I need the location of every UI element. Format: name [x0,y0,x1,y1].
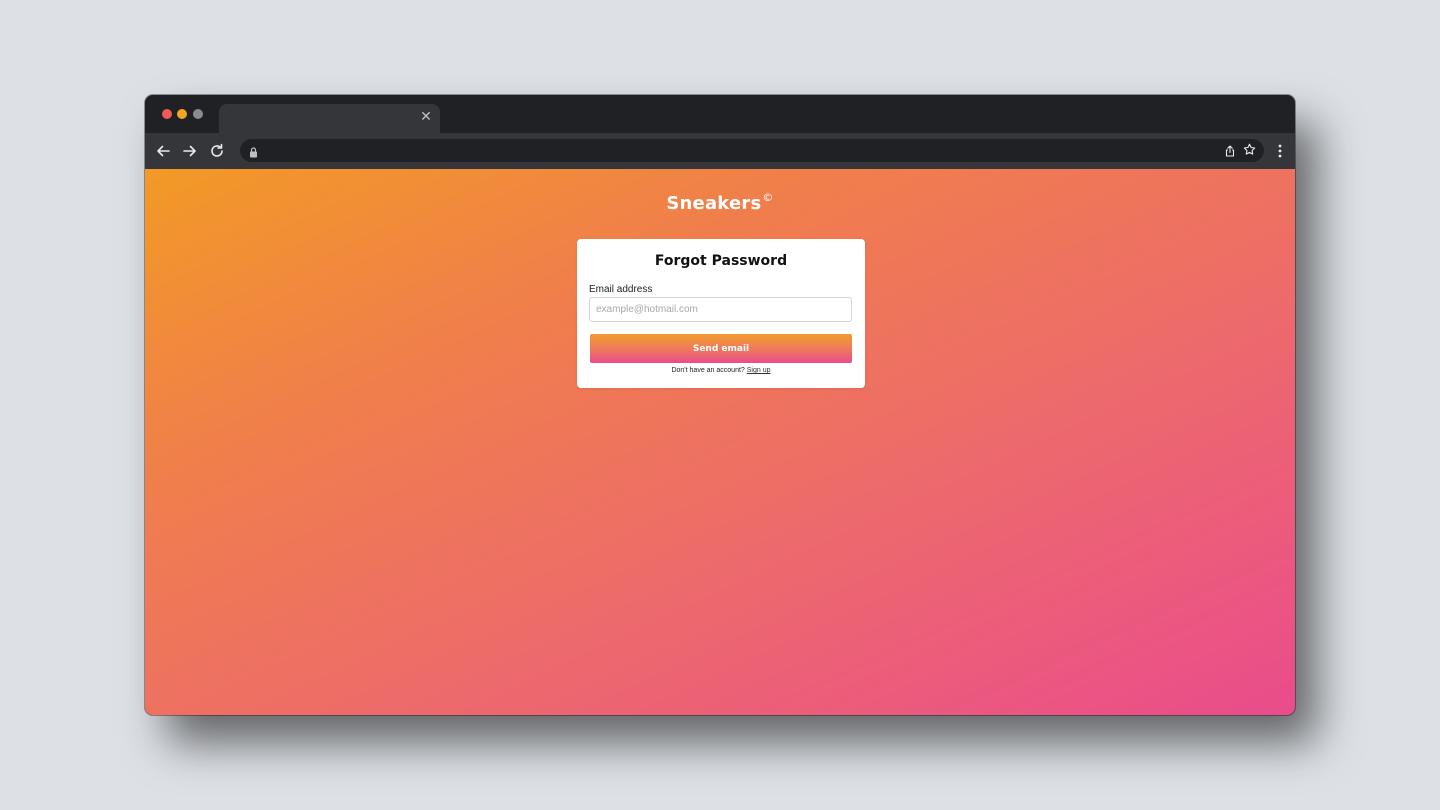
close-window-button[interactable] [162,109,172,119]
brand-logo[interactable]: Sneakers© [145,191,1295,214]
bookmark-star-icon[interactable] [1243,143,1256,161]
copyright-mark: © [762,191,774,204]
minimize-window-button[interactable] [177,109,187,119]
signup-prompt: Don't have an account? [671,367,745,374]
send-email-button[interactable]: Send email [590,334,852,363]
browser-tab[interactable]: ✕ [219,104,440,133]
email-input[interactable] [589,297,852,322]
lock-icon [249,145,258,163]
reload-icon[interactable] [208,142,226,160]
signup-link[interactable]: Sign up [747,367,771,374]
card-title: Forgot Password [654,253,788,269]
share-icon[interactable] [1224,144,1236,162]
forward-arrow-icon[interactable] [181,142,199,160]
more-options-icon[interactable] [1273,142,1287,160]
tab-bar: ✕ [145,95,1295,133]
tab-close-icon[interactable]: ✕ [418,108,434,124]
address-bar[interactable] [240,139,1264,162]
url-input[interactable] [264,141,1208,162]
maximize-window-button[interactable] [193,109,203,119]
browser-toolbar [145,133,1295,169]
back-arrow-icon[interactable] [154,142,172,160]
forgot-password-card: Forgot Password Email address Send email… [577,239,865,388]
signup-prompt-line: Don't have an account? Sign up [577,367,865,374]
brand-name: Sneakers [666,193,762,214]
browser-window: ✕ Sneakers© Forgot Password Email addres… [145,95,1295,715]
page-viewport: Sneakers© Forgot Password Email address … [145,169,1295,715]
email-label: Email address [589,284,653,295]
